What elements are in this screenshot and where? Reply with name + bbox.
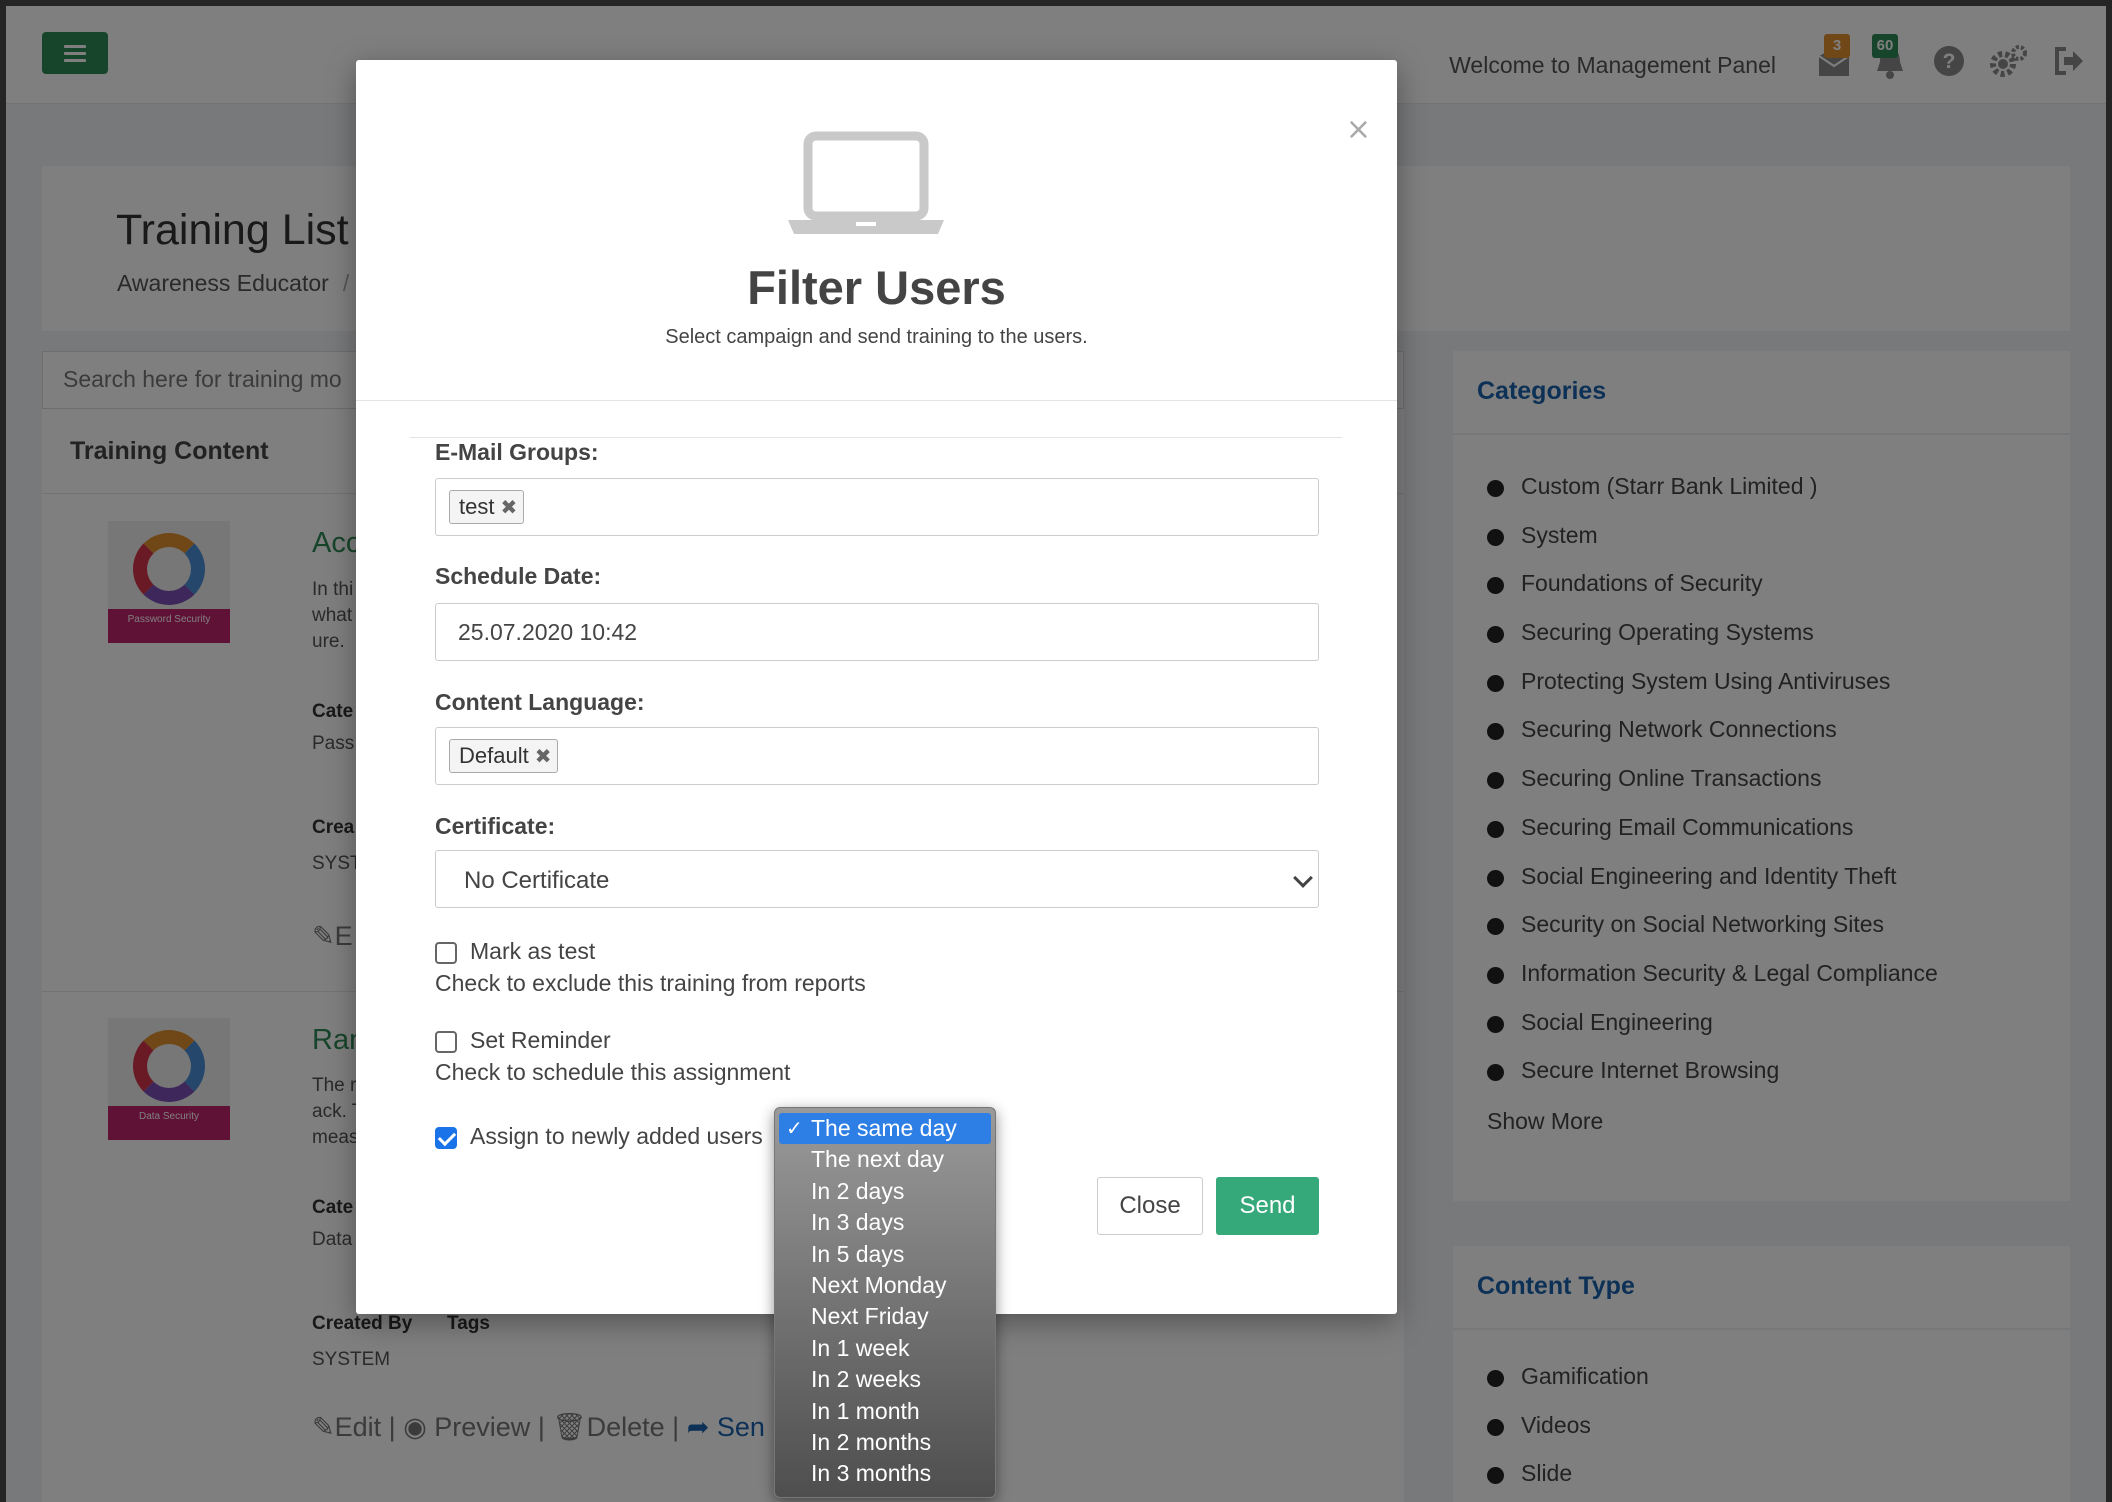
dropdown-option[interactable]: In 2 months <box>779 1427 991 1458</box>
remove-tag-icon[interactable]: ✖ <box>535 744 552 768</box>
dropdown-option[interactable]: In 3 days <box>779 1207 991 1238</box>
close-button[interactable]: Close <box>1097 1177 1203 1235</box>
modal-title: Filter Users <box>747 261 1006 314</box>
divider <box>410 437 1342 438</box>
assign-new-users-label[interactable]: Assign to newly added users <box>470 1123 763 1150</box>
schedule-date-value: 25.07.2020 10:42 <box>458 619 638 645</box>
set-reminder-label[interactable]: Set Reminder <box>470 1027 611 1054</box>
divider <box>356 400 1397 401</box>
email-groups-field[interactable]: test ✖ <box>435 478 1319 536</box>
send-button[interactable]: Send <box>1216 1177 1319 1235</box>
dropdown-option[interactable]: In 1 week <box>779 1333 991 1364</box>
dropdown-option[interactable]: In 1 month <box>779 1396 991 1427</box>
remove-tag-icon[interactable]: ✖ <box>500 495 517 519</box>
mark-as-test-label[interactable]: Mark as test <box>470 938 595 965</box>
dropdown-option[interactable]: Next Friday <box>779 1301 991 1332</box>
schedule-date-field[interactable]: 25.07.2020 10:42 <box>435 603 1319 661</box>
set-reminder-hint: Check to schedule this assignment <box>435 1059 791 1085</box>
dropdown-option-selected[interactable]: ✓ The same day <box>779 1113 991 1145</box>
certificate-select[interactable]: No Certificate <box>435 850 1319 908</box>
chevron-down-icon <box>1293 868 1313 888</box>
certificate-label: Certificate: <box>435 813 556 839</box>
mark-as-test-checkbox[interactable] <box>435 942 457 964</box>
dropdown-option[interactable]: In 5 days <box>779 1239 991 1270</box>
language-tag-label: Default <box>459 743 529 768</box>
laptop-icon <box>788 131 944 234</box>
email-group-tag: test ✖ <box>449 490 525 524</box>
dropdown-option[interactable]: Next Monday <box>779 1270 991 1301</box>
assign-new-users-checkbox[interactable] <box>435 1127 457 1149</box>
email-group-tag-label: test <box>459 494 495 519</box>
certificate-value: No Certificate <box>464 867 610 894</box>
checkmark-icon: ✓ <box>786 1116 803 1140</box>
assign-timing-dropdown[interactable]: ✓ The same day The next day In 2 days In … <box>774 1107 996 1498</box>
modal-subtitle: Select campaign and send training to the… <box>665 326 1088 348</box>
dropdown-option[interactable]: The next day <box>779 1144 991 1175</box>
content-language-field[interactable]: Default ✖ <box>435 727 1319 785</box>
dropdown-option[interactable]: In 2 days <box>779 1176 991 1207</box>
set-reminder-checkbox[interactable] <box>435 1031 457 1053</box>
mark-as-test-hint: Check to exclude this training from repo… <box>435 970 866 996</box>
email-groups-label: E-Mail Groups: <box>435 439 599 465</box>
dropdown-option[interactable]: In 3 months <box>779 1458 991 1489</box>
close-icon[interactable]: × <box>1346 112 1371 147</box>
schedule-date-label: Schedule Date: <box>435 563 602 589</box>
dropdown-option[interactable]: In 2 weeks <box>779 1364 991 1395</box>
language-tag: Default ✖ <box>449 739 559 773</box>
option-label: The same day <box>811 1115 957 1141</box>
content-language-label: Content Language: <box>435 689 645 715</box>
